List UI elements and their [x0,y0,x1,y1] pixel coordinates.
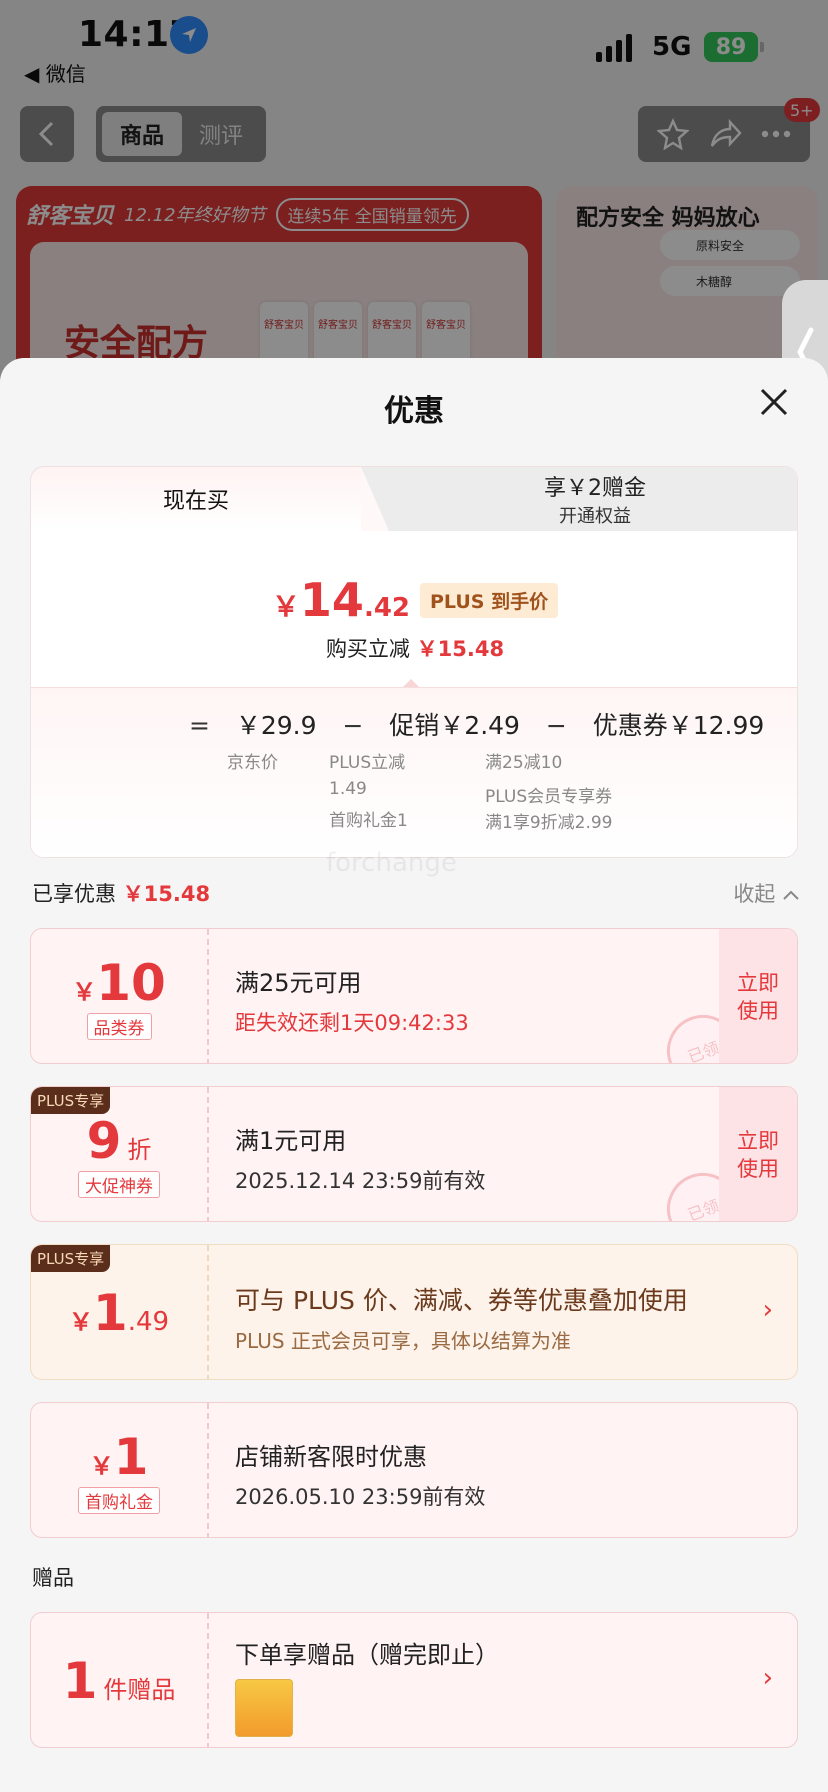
coupon-note: PLUS 正式会员可享，具体以结算为准 [235,1329,571,1353]
coupon-detail: 满1享9折减2.99 [485,813,613,833]
equals-sign: = [189,711,210,740]
coupon-decimal: .49 [127,1307,170,1337]
coupon-expiry: 2026.05.10 23:59前有效 [235,1485,486,1509]
gift-count-value: 1 [62,1652,98,1710]
currency-symbol: ￥ [68,1308,93,1336]
coupon-type: 首购礼金 [78,1486,160,1514]
coupon-value: 1 [92,1284,128,1342]
final-price-value: ￥ 14 .42 [272,573,410,627]
promo-detail: 首购礼金1 [329,811,408,831]
instant-saving: 购买立减 ￥15.48 [31,633,797,663]
tab-plus-main: 享￥2赠金 [544,476,646,501]
coupon-details: 满25减10 PLUS会员专享券 满1享9折减2.99 [485,750,612,836]
promo-amount: 促销￥2.49 [389,711,520,740]
collapse-label: 收起 [733,882,776,906]
coupon-expiry: 2025.12.14 23:59前有效 [235,1169,486,1193]
use-now-button[interactable]: 立即使用 [719,1087,797,1221]
promo-detail: PLUS立减 [329,753,406,773]
price-currency: ￥ [271,590,300,623]
coupon-type: 品类券 [86,1012,152,1040]
coupon-amount: ￥ 1 [90,1429,149,1485]
coupon-type: 大促神券 [78,1170,160,1198]
plus-exclusive-tag: PLUS专享 [31,1245,111,1272]
coupon-condition: 店铺新客限时优惠 [235,1443,427,1471]
coupon-amount: 9 折 [87,1113,152,1169]
price-tabs: 现在买 享￥2赠金 开通权益 [31,467,797,531]
coupon-amount: ￥ 1 .49 [69,1285,169,1341]
currency-symbol: ￥ [72,977,97,1006]
gift-thumbnail [235,1679,293,1737]
collapse-toggle[interactable]: 收起 [733,878,800,908]
plus-discount-card[interactable]: ￥ 1 .49 PLUS专享 可与 PLUS 价、满减、券等优惠叠加使用 PLU… [30,1244,798,1380]
coupon-detail: PLUS会员专享券 [485,787,613,807]
coupon-card: ￥ 10 品类券 满25元可用 距失效还剩1天09:42:33 已领 立即使用 [30,928,798,1064]
tab-plus-sub: 开通权益 [559,506,631,527]
close-button[interactable] [756,384,792,420]
enjoyed-amount: ￥15.48 [122,882,211,906]
promo-detail: 1.49 [329,779,367,799]
final-price: ￥ 14 .42 PLUS 到手价 [31,573,797,627]
enjoyed-label: 已享优惠 ￥15.48 [32,878,210,908]
enjoyed-text: 已享优惠 [32,882,116,906]
gift-count: 1 件赠品 [63,1653,176,1709]
plus-exclusive-tag: PLUS专享 [31,1087,111,1114]
tab-buy-now[interactable]: 现在买 [31,467,389,531]
use-now-button[interactable]: 立即使用 [719,929,797,1063]
discount-sheet: 优惠 现在买 享￥2赠金 开通权益 ￥ 14 .42 PLUS 到手价 购买立减 [0,358,828,1792]
coupon-card: 9 折 大促神券 PLUS专享 满1元可用 2025.12.14 23:59前有… [30,1086,798,1222]
coupon-detail: 满25减10 [485,753,563,773]
saving-label: 购买立减 [325,637,410,661]
promo-details: PLUS立减 1.49 首购礼金1 [329,750,408,834]
coupon-condition: 满1元可用 [235,1127,347,1155]
jd-price-label: 京东价 [227,753,278,773]
coupon-card: ￥ 1 首购礼金 店铺新客限时优惠 2026.05.10 23:59前有效 [30,1402,798,1538]
coupon-value-area: ￥ 1 首购礼金 [31,1403,209,1537]
currency-symbol: ￥ [89,1451,114,1480]
gift-condition: 下单享赠品（赠完即止） [235,1641,499,1669]
gift-card[interactable]: 1 件赠品 下单享赠品（赠完即止） › [30,1612,798,1748]
coupon-condition: 可与 PLUS 价、满减、券等优惠叠加使用 [235,1286,688,1315]
modal-overlay[interactable] [0,0,828,380]
coupon-countdown: 距失效还剩1天09:42:33 [235,1011,469,1035]
chevron-up-icon [783,890,799,900]
gift-section-title: 赠品 [32,1566,74,1590]
price-body: ￥ 14 .42 PLUS 到手价 购买立减 ￥15.48 = ￥29.9 − [31,531,797,857]
product-page-background: 14:17 ◀ 微信 5G 89 商品 测评 5+ 舒客宝贝 12.12年终好物… [0,0,828,386]
use-now-label: 立即使用 [737,1129,779,1181]
coupon-amount: ￥ 10 [72,955,166,1011]
coupon-value-area: ￥ 10 品类券 [31,929,209,1063]
saving-amount: ￥15.48 [416,637,505,661]
price-integer: 14 [299,573,364,627]
use-now-label: 立即使用 [737,971,779,1023]
price-decimal: .42 [363,593,410,623]
enjoyed-discount-row: 已享优惠 ￥15.48 收起 [32,872,800,912]
minus-sign: − [545,711,567,740]
discount-unit: 折 [127,1135,152,1164]
gift-count-unit: 件赠品 [103,1676,176,1704]
minus-sign: − [342,711,364,740]
chevron-right-icon: › [762,1295,773,1325]
coupon-value: 1 [113,1427,149,1486]
tab-plus-benefit[interactable]: 享￥2赠金 开通权益 [391,471,797,527]
price-card: 现在买 享￥2赠金 开通权益 ￥ 14 .42 PLUS 到手价 购买立减 ￥1… [30,466,798,858]
coupon-condition: 满25元可用 [235,969,362,997]
close-icon [760,388,788,416]
coupon-value: 9 [86,1111,122,1170]
jd-price: ￥29.9 [235,711,317,740]
sheet-title: 优惠 [384,394,444,429]
price-breakdown: = ￥29.9 − 促销￥2.49 − 优惠券￥12.99 京东价 PLUS立减… [31,687,797,857]
gift-count-area: 1 件赠品 [31,1613,209,1747]
breakdown-formula: = ￥29.9 − 促销￥2.49 − 优惠券￥12.99 [189,706,764,742]
coupon-value: 10 [96,953,166,1012]
chevron-right-icon: › [762,1663,773,1693]
coupon-amount: 优惠券￥12.99 [592,711,765,740]
plus-price-tag: PLUS 到手价 [420,582,559,618]
